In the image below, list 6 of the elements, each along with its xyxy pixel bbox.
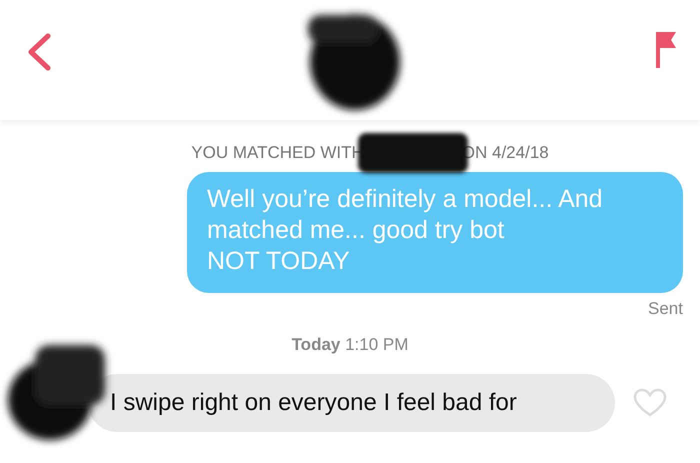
sent-message-bubble: Well you’re definitely a model... And matched me... good try bot NOT TODAY bbox=[187, 172, 683, 293]
flag-icon[interactable] bbox=[654, 30, 678, 70]
received-message-bubble: I swipe right on everyone I feel bad for bbox=[88, 374, 615, 432]
sent-status: Sent bbox=[648, 299, 683, 319]
back-icon[interactable] bbox=[26, 33, 52, 71]
timestamp: Today 1:10 PM bbox=[290, 335, 410, 355]
